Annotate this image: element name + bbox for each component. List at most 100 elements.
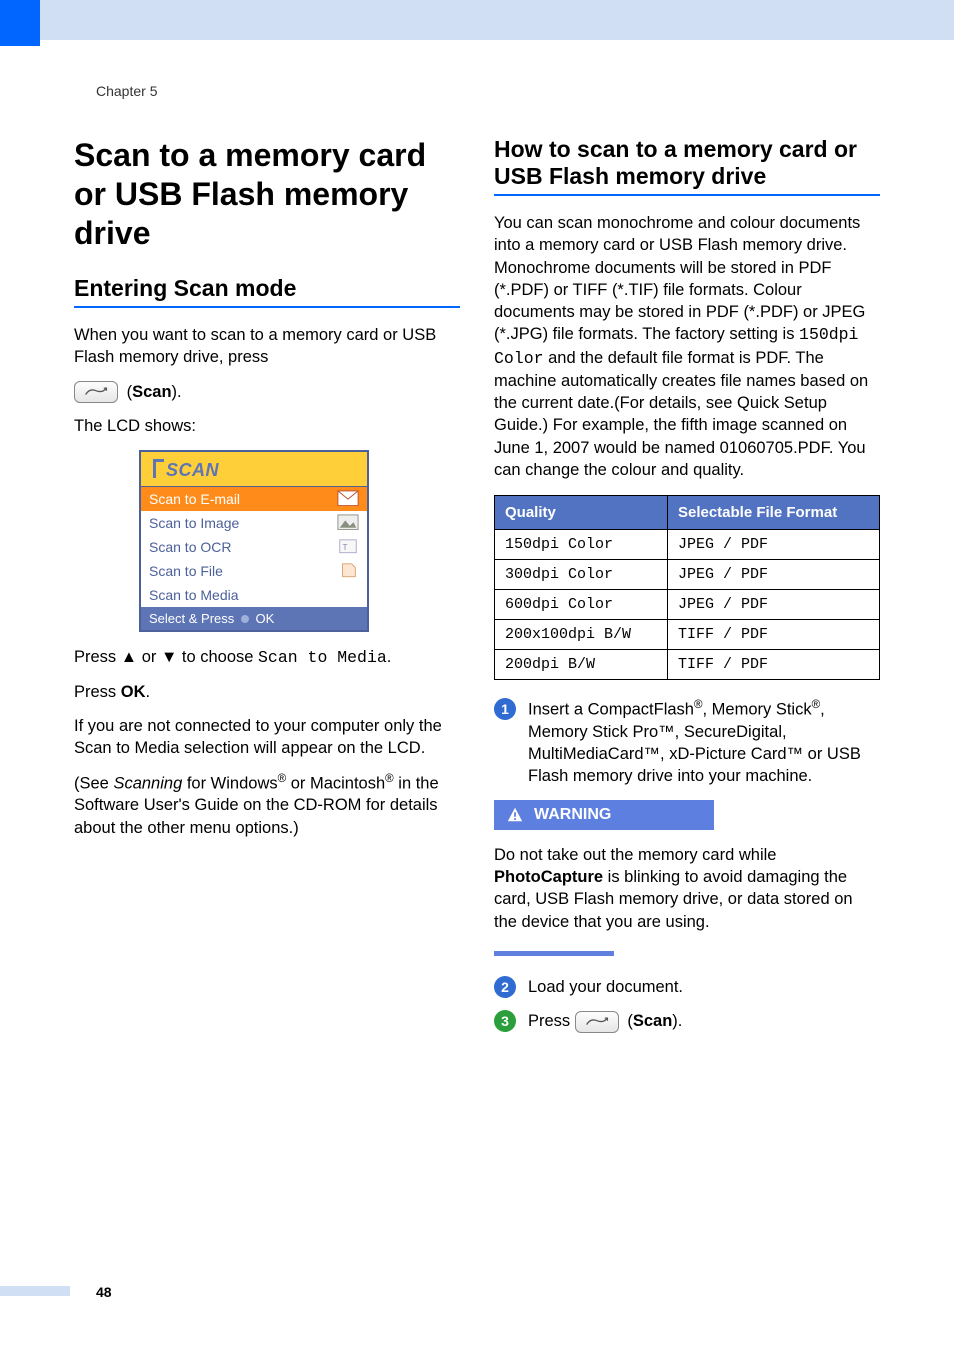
warning-label: WARNING — [534, 806, 611, 824]
paragraph: Press OK. — [74, 681, 460, 703]
lcd-footer-b: OK — [256, 611, 275, 626]
lcd-item: Scan to Media — [141, 583, 367, 607]
scan-glyph-icon — [584, 1015, 610, 1029]
step-text: Insert a CompactFlash®, Memory Stick®, M… — [528, 698, 880, 788]
table-cell: TIFF / PDF — [667, 620, 879, 650]
up-arrow-icon: ▲ — [121, 648, 137, 666]
scan-button-line: (Scan). — [74, 381, 460, 404]
subheading-entering-scan-mode: Entering Scan mode — [74, 275, 460, 302]
table-cell: 200x100dpi B/W — [495, 620, 668, 650]
text: , Memory Stick — [703, 701, 812, 719]
table-cell: JPEG / PDF — [667, 560, 879, 590]
table-cell: JPEG / PDF — [667, 530, 879, 560]
table-cell: 200dpi B/W — [495, 650, 668, 680]
scan-label: Scan — [633, 1012, 672, 1030]
table-row: 150dpi ColorJPEG / PDF — [495, 530, 880, 560]
step-number-icon: 1 — [494, 698, 516, 720]
text: to choose — [177, 648, 258, 666]
lcd-title: SCAN — [141, 452, 367, 487]
registered-icon: ® — [385, 773, 394, 785]
header-band — [0, 0, 954, 40]
lcd-item-label: Scan to Media — [149, 587, 239, 603]
text: or Macintosh — [286, 774, 385, 792]
lcd-item-label: Scan to Image — [149, 515, 239, 531]
code-text: Scan to Media — [258, 648, 387, 667]
warning-header: WARNING — [494, 800, 714, 830]
step-text: Load your document. — [528, 976, 880, 998]
text: and the default file format is PDF. The … — [494, 349, 868, 479]
right-column: How to scan to a memory card or USB Flas… — [494, 136, 880, 1045]
svg-text:T: T — [343, 542, 348, 551]
warning-icon — [506, 806, 524, 824]
heading-rule — [494, 194, 880, 196]
table-cell: 300dpi Color — [495, 560, 668, 590]
scan-label: Scan — [132, 383, 171, 401]
text: or — [137, 648, 161, 666]
left-column: Scan to a memory card or USB Flash memor… — [74, 136, 460, 1045]
registered-icon: ® — [694, 699, 703, 711]
text: Press — [528, 1012, 575, 1030]
lcd-item-label: Scan to OCR — [149, 539, 231, 555]
table-cell: TIFF / PDF — [667, 650, 879, 680]
registered-icon: ® — [278, 773, 287, 785]
text: You can scan monochrome and colour docum… — [494, 214, 865, 343]
down-arrow-icon: ▼ — [161, 648, 177, 666]
table-row: 600dpi ColorJPEG / PDF — [495, 590, 880, 620]
image-icon — [337, 514, 359, 532]
step-number-icon: 3 — [494, 1010, 516, 1032]
table-cell: JPEG / PDF — [667, 590, 879, 620]
file-icon — [337, 562, 359, 580]
text: Press — [74, 683, 121, 701]
table-row: 300dpi ColorJPEG / PDF — [495, 560, 880, 590]
paragraph: When you want to scan to a memory card o… — [74, 324, 460, 369]
ocr-icon: T — [337, 538, 359, 556]
table-cell: 150dpi Color — [495, 530, 668, 560]
step-1: 1 Insert a CompactFlash®, Memory Stick®,… — [494, 698, 880, 788]
paragraph: You can scan monochrome and colour docum… — [494, 212, 880, 481]
chapter-label: Chapter 5 — [96, 83, 157, 99]
step-text: Press (Scan). — [528, 1010, 880, 1033]
bold-text: PhotoCapture — [494, 868, 603, 886]
envelope-icon — [337, 490, 359, 508]
text: Do not take out the memory card while — [494, 846, 776, 864]
quality-table: Quality Selectable File Format 150dpi Co… — [494, 495, 880, 680]
step-2: 2 Load your document. — [494, 976, 880, 998]
table-cell: 600dpi Color — [495, 590, 668, 620]
paragraph: Press ▲ or ▼ to choose Scan to Media. — [74, 646, 460, 669]
text: for Windows — [182, 774, 277, 792]
paragraph: (See Scanning for Windows® or Macintosh®… — [74, 772, 460, 839]
step-3: 3 Press (Scan). — [494, 1010, 880, 1033]
lcd-footer: Select & Press OK — [141, 607, 367, 630]
section-title: Scan to a memory card or USB Flash memor… — [74, 136, 460, 253]
lcd-selected-row: Scan to E-mail — [141, 487, 367, 511]
scan-physical-button-icon — [575, 1011, 619, 1033]
ok-label: OK — [121, 683, 146, 701]
table-header: Selectable File Format — [667, 496, 879, 530]
warning-end-rule — [494, 951, 614, 956]
lcd-item: Scan to File — [141, 559, 367, 583]
text: (See — [74, 774, 113, 792]
step-number-icon: 2 — [494, 976, 516, 998]
paragraph: The LCD shows: — [74, 415, 460, 437]
registered-icon: ® — [812, 699, 821, 711]
text: ). — [672, 1012, 682, 1030]
lcd-item: Scan to OCR T — [141, 535, 367, 559]
page: Chapter 5 Scan to a memory card or USB F… — [0, 0, 954, 1348]
lcd-footer-a: Select & Press — [149, 611, 234, 626]
lcd-screen: SCAN Scan to E-mail Scan to Image Scan t… — [139, 450, 369, 632]
lcd-item: Scan to Image — [141, 511, 367, 535]
scan-physical-button-icon — [74, 381, 118, 403]
footer-stripe — [0, 1286, 70, 1296]
table-row: 200dpi B/WTIFF / PDF — [495, 650, 880, 680]
media-icon — [337, 586, 359, 604]
page-number: 48 — [96, 1284, 112, 1300]
heading-rule — [74, 306, 460, 308]
text: Press — [74, 648, 121, 666]
content-columns: Scan to a memory card or USB Flash memor… — [74, 136, 880, 1045]
lcd-selected-label: Scan to E-mail — [149, 491, 240, 507]
scan-glyph-icon — [83, 385, 109, 399]
chapter-tab — [0, 0, 40, 46]
lcd-item-label: Scan to File — [149, 563, 223, 579]
paragraph: If you are not connected to your compute… — [74, 715, 460, 760]
subheading-how-to-scan: How to scan to a memory card or USB Flas… — [494, 136, 880, 190]
